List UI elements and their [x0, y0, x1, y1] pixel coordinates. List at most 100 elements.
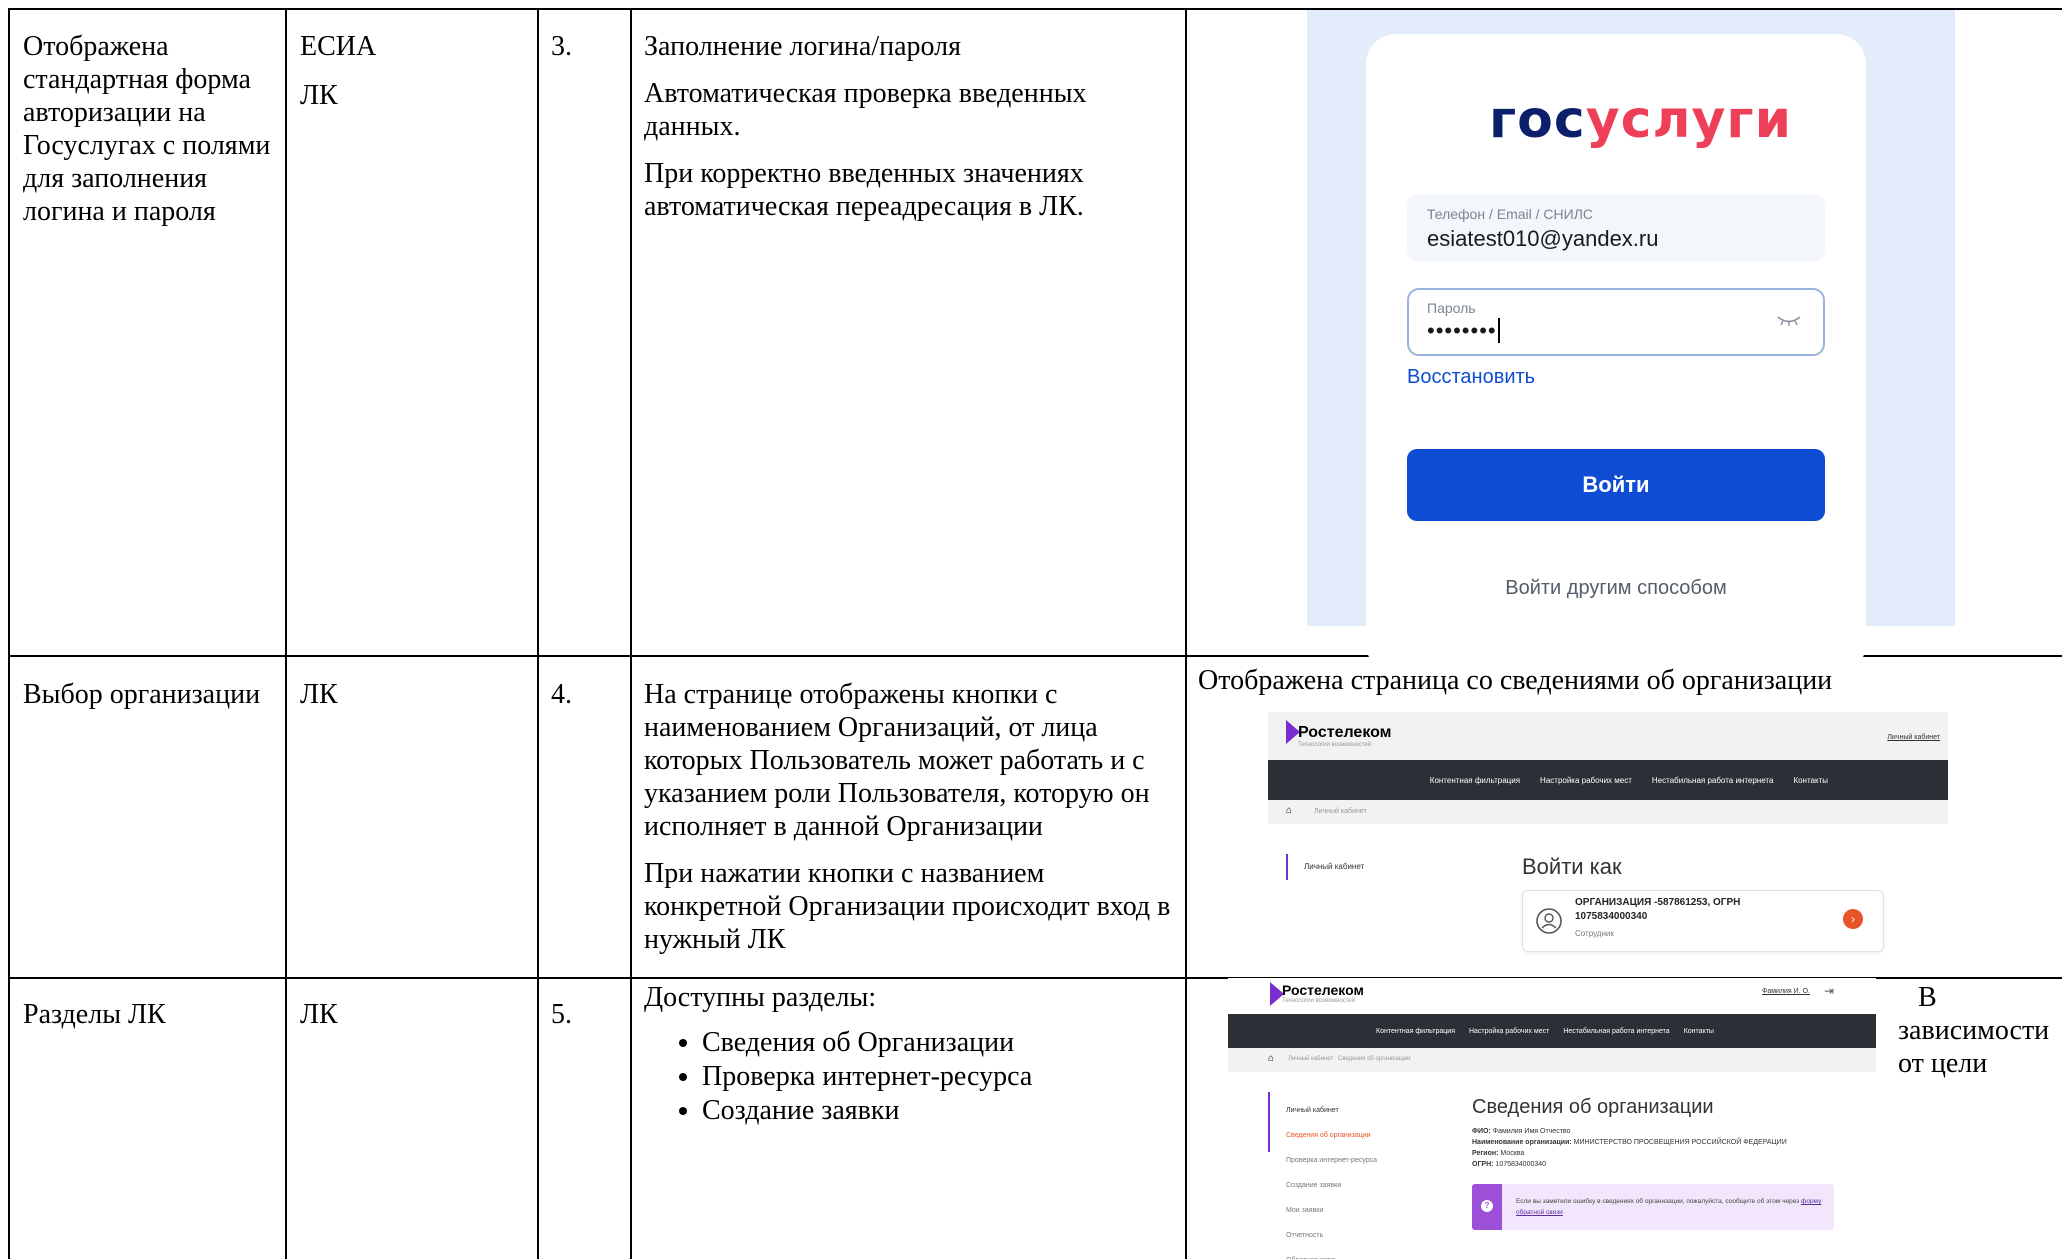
row3-note-line-3: от цели [1898, 1048, 1988, 1079]
row2-para-2: При нажатии кнопки с названием конкретно… [644, 858, 1171, 955]
rt-sidebar-marker [1286, 854, 1288, 880]
row1-para-2: Автоматическая проверка введенных данных… [644, 78, 1087, 142]
row3-number: 5. [551, 999, 572, 1030]
col-divider-2 [537, 8, 539, 1259]
rt2-nav-item-1[interactable]: Контентная фильтрация [1376, 1028, 1455, 1035]
rt2-breadcrumb-bar: ⌂ Личный кабинет Сведения об организации [1228, 1048, 1876, 1072]
logo-part-gos: гос [1489, 90, 1586, 150]
gosuslugi-screenshot: госуслуги Телефон / Email / СНИЛС esiate… [1307, 10, 1955, 674]
gosuslugi-logo: госуслуги [1489, 90, 1792, 150]
rt2-breadcrumb-2[interactable]: Сведения об организации [1338, 1056, 1410, 1062]
sections-list: Сведения об Организации Проверка интерне… [644, 1026, 1174, 1128]
col-divider-4 [1185, 8, 1187, 1259]
rt2-ogrn-value: 1075834000340 [1495, 1161, 1547, 1168]
rt2-sidebar-item-feedback[interactable]: Обратная связь [1286, 1248, 1436, 1259]
rt2-org-label: Наименование организации: [1472, 1139, 1572, 1146]
rt2-notice: ? Если вы заметили ошибку в сведениях об… [1472, 1184, 1834, 1230]
rt2-sidebar-marker [1268, 1092, 1270, 1152]
row2-para-1: На странице отображены кнопки с наименов… [644, 679, 1150, 842]
row1-system-1: ЕСИА [300, 31, 377, 62]
row1-systems: ЕСИА ЛК [300, 30, 520, 112]
row3-note-line-2: зависимости [1898, 1015, 2050, 1046]
sections-list-item: Создание заявки [702, 1094, 1174, 1128]
rt2-heading: Сведения об организации [1472, 1096, 1714, 1118]
rt-sidebar-item[interactable]: Личный кабинет [1304, 862, 1364, 871]
rt2-breadcrumb-1[interactable]: Личный кабинет [1288, 1056, 1333, 1062]
rt2-ogrn-label: ОГРН: [1472, 1161, 1494, 1168]
row3-system: ЛК [300, 999, 338, 1030]
password-field-label: Пароль [1427, 300, 1476, 316]
col-divider-0 [8, 8, 10, 1259]
sections-list-item: Сведения об Организации [702, 1026, 1174, 1060]
password-dots: •••••••• [1427, 318, 1497, 343]
rt2-org-row: Наименование организации: МИНИСТЕРСТВО П… [1472, 1137, 1872, 1148]
rt-account-link[interactable]: Личный кабинет [1887, 734, 1940, 741]
sections-list-item: Проверка интернет-ресурса [702, 1060, 1174, 1094]
rt2-nav-item-2[interactable]: Настройка рабочих мест [1469, 1028, 1549, 1035]
rt2-notice-body: Если вы заметили ошибку в сведениях об о… [1516, 1198, 1800, 1205]
alt-login-link[interactable]: Войти другим способом [1407, 577, 1825, 600]
question-icon: ? [1481, 1200, 1493, 1212]
rt2-sidebar-item-org-info[interactable]: Сведения об организации [1286, 1123, 1436, 1148]
row1-system-2: ЛК [300, 80, 338, 111]
row1-number: 3. [551, 31, 572, 62]
rt2-header: Ростелеком Технологии возможностей Фамил… [1228, 978, 1876, 1014]
restore-link[interactable]: Восстановить [1407, 366, 1535, 389]
rt-breadcrumb-bar: ⌂ Личный кабинет [1268, 800, 1948, 824]
rt2-fio-label: ФИО: [1472, 1128, 1491, 1135]
rt-tagline: Технологии возможностей [1298, 742, 1372, 748]
rt2-notice-text: Если вы заметили ошибку в сведениях об о… [1516, 1196, 1826, 1218]
home-icon[interactable]: ⌂ [1268, 1053, 1274, 1064]
login-field-label: Телефон / Email / СНИЛС [1427, 206, 1594, 222]
col-divider-3 [630, 8, 632, 1259]
logo-part-uslugi: услуги [1585, 90, 1793, 150]
password-field-value: •••••••• [1427, 318, 1500, 344]
rt2-sidebar-item-check[interactable]: Проверка интернет-ресурса [1286, 1148, 1436, 1173]
rt2-fio-row: ФИО: Фамилия Имя Отчество [1472, 1126, 1872, 1137]
arrow-right-icon[interactable]: › [1843, 909, 1863, 929]
login-field[interactable]: Телефон / Email / СНИЛС esiatest010@yand… [1407, 194, 1825, 262]
row2-number: 4. [551, 679, 572, 710]
rt-nav-bar: Контентная фильтрация Настройка рабочих … [1268, 760, 1948, 800]
rt2-org-value: МИНИСТЕРСТВО ПРОСВЕЩЕНИЯ РОССИЙСКОЙ ФЕДЕ… [1573, 1139, 1787, 1146]
rt2-nav-item-3[interactable]: Нестабильная работа интернета [1563, 1028, 1669, 1035]
text-cursor [1497, 318, 1500, 343]
password-field[interactable]: Пароль •••••••• [1407, 288, 1825, 356]
org-select-card[interactable]: ОРГАНИЗАЦИЯ -587861253, ОГРН 10758340003… [1522, 890, 1884, 952]
rt-nav-item-3[interactable]: Нестабильная работа интернета [1652, 776, 1774, 785]
rt-breadcrumb[interactable]: Личный кабинет [1314, 808, 1367, 815]
rt2-sidebar: Личный кабинет Сведения об организации П… [1286, 1098, 1436, 1259]
rt-nav-item-2[interactable]: Настройка рабочих мест [1540, 776, 1632, 785]
org-name-line1: ОРГАНИЗАЦИЯ -587861253, ОГРН [1575, 897, 1741, 908]
row3-title: Разделы ЛК [23, 999, 166, 1030]
eye-closed-icon[interactable] [1775, 314, 1803, 328]
user-circle-icon [1536, 908, 1562, 934]
rt2-nav-item-4[interactable]: Контакты [1684, 1028, 1714, 1035]
row2-system: ЛК [300, 679, 338, 710]
rt2-sidebar-item-create[interactable]: Создание заявки [1286, 1173, 1436, 1198]
rt2-sidebar-item-requests[interactable]: Мои заявки [1286, 1198, 1436, 1223]
rt-nav-item-4[interactable]: Контакты [1793, 776, 1828, 785]
rt-header: Ростелеком Технологии возможностей Личны… [1268, 712, 1948, 760]
rt2-sidebar-item-reports[interactable]: Отчетность [1286, 1223, 1436, 1248]
row3-intro: Доступны разделы: [644, 982, 877, 1013]
org-role: Сотрудник [1575, 929, 1614, 938]
rt-sections-screenshot: Ростелеком Технологии возможностей Фамил… [1228, 978, 1876, 1259]
org-name-line2: 1075834000340 [1575, 911, 1648, 922]
logout-icon[interactable]: ⇥ [1824, 984, 1834, 998]
rt2-brand: Ростелеком [1282, 982, 1364, 998]
rt2-fio-value: Фамилия Имя Отчество [1492, 1128, 1571, 1135]
rt-nav-item-1[interactable]: Контентная фильтрация [1430, 776, 1520, 785]
rt2-info-block: ФИО: Фамилия Имя Отчество Наименование о… [1472, 1126, 1872, 1170]
rt2-region-value: Москва [1500, 1150, 1525, 1157]
rt2-sidebar-item-home[interactable]: Личный кабинет [1286, 1098, 1436, 1123]
row1-para-3: При корректно введенных значениях автома… [644, 158, 1084, 222]
home-icon[interactable]: ⌂ [1286, 805, 1292, 816]
col-divider-1 [285, 8, 287, 1259]
rt-select-screenshot: Ростелеком Технологии возможностей Личны… [1268, 712, 1948, 974]
row2-result-caption: Отображена страница со сведениями об орг… [1198, 665, 1833, 696]
row2-description: На странице отображены кнопки с наименов… [644, 678, 1174, 970]
login-button[interactable]: Войти [1407, 449, 1825, 521]
rt-heading: Войти как [1522, 854, 1622, 879]
rt2-user-name[interactable]: Фамилия И. О. [1762, 988, 1810, 995]
